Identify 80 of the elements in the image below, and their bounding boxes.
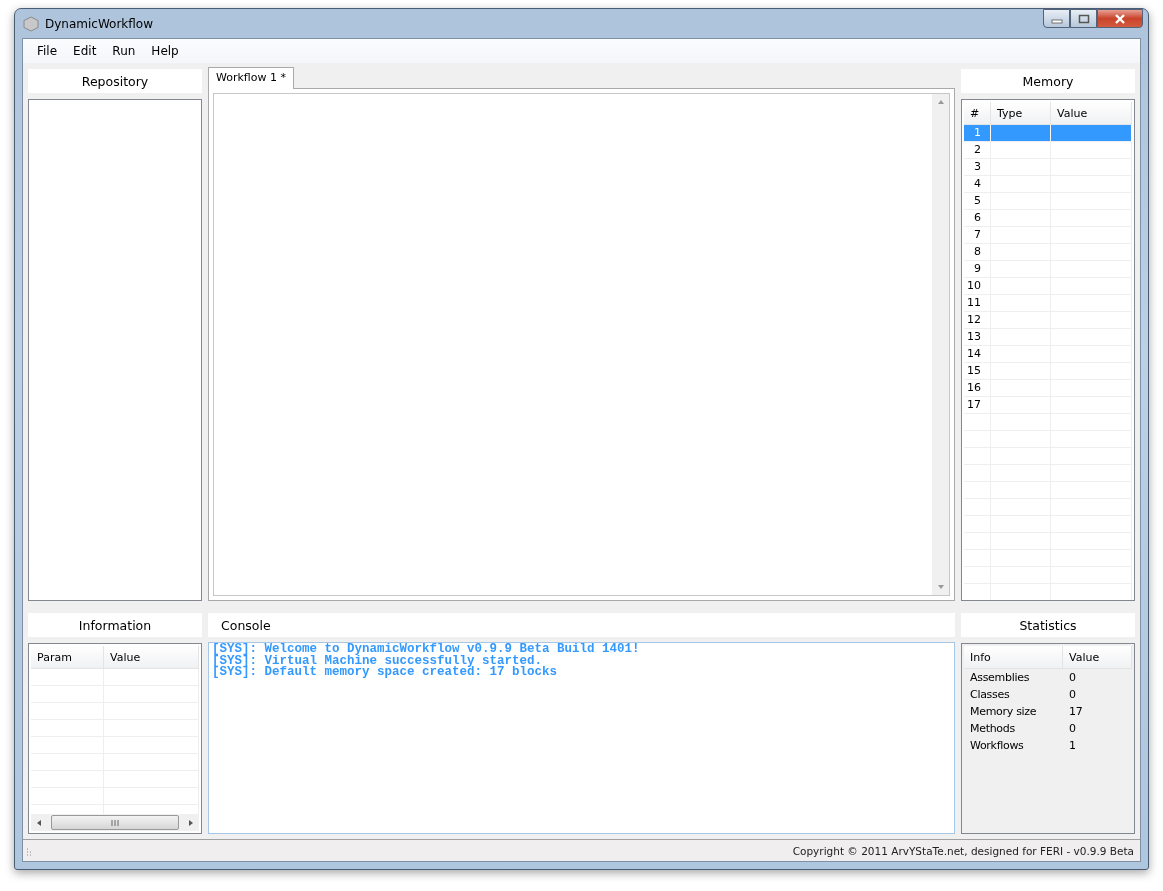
table-cell: 5 [964, 193, 991, 209]
window-title: DynamicWorkflow [45, 16, 154, 31]
workflow-tab[interactable]: Workflow 1 * [208, 67, 294, 89]
console-line: [SYS]: Default memory space created: 17 blocks [212, 667, 559, 679]
memory-row[interactable]: 17 [964, 397, 1132, 414]
table-cell-text: Workflows [969, 739, 1025, 752]
table-cell-text: 17 [1068, 705, 1084, 718]
menu-item[interactable]: Help [143, 42, 187, 60]
table-cell-text: 0 [1068, 722, 1077, 735]
table-cell: 2 [964, 142, 991, 158]
panel-header: Repository [28, 69, 202, 93]
cube-icon [23, 15, 39, 32]
table-cell: 12 [964, 312, 991, 328]
scroll-down-icon[interactable] [936, 584, 945, 590]
menu-item[interactable]: File [29, 42, 66, 60]
vertical-scrollbar[interactable] [932, 94, 949, 595]
table-cell-text: Methods [969, 722, 1016, 735]
table-cell: 8 [964, 244, 991, 260]
memory-row[interactable]: 6 [964, 210, 1132, 227]
panel-header: Console [208, 613, 955, 637]
table-cell: 3 [964, 159, 991, 175]
memory-row[interactable]: 5 [964, 193, 1132, 210]
scroll-left-icon[interactable] [36, 818, 42, 827]
panel-header: Statistics [961, 613, 1135, 637]
memory-row[interactable]: 4 [964, 176, 1132, 193]
scroll-up-icon[interactable] [936, 99, 945, 105]
table-cell: 15 [964, 363, 991, 379]
menu-item[interactable]: Run [104, 42, 144, 60]
table-cell-text: 0 [1068, 688, 1077, 701]
table-cell: 4 [964, 176, 991, 192]
table-cell-text: Memory size [969, 705, 1038, 718]
table-cell: 16 [964, 380, 991, 396]
close-button[interactable] [1097, 9, 1143, 28]
memory-row[interactable]: 2 [964, 142, 1132, 159]
table-cell: 9 [964, 261, 991, 277]
minimize-button[interactable] [1043, 9, 1070, 28]
memory-row[interactable]: 15 [964, 363, 1132, 380]
table-cell: 11 [964, 295, 991, 311]
column-header[interactable]: # [964, 102, 991, 124]
scrollbar-thumb[interactable] [51, 815, 179, 830]
horizontal-scrollbar[interactable] [31, 814, 199, 831]
panel-header: Information [28, 613, 202, 637]
table-cell: 7 [964, 227, 991, 243]
memory-row[interactable]: 16 [964, 380, 1132, 397]
close-icon [1113, 13, 1127, 24]
table-cell: 1 [964, 125, 991, 141]
table-cell-text: 0 [1068, 671, 1077, 684]
column-header[interactable]: Param [31, 646, 104, 668]
table-cell: 10 [964, 278, 991, 294]
panel-header: Memory [961, 69, 1135, 93]
column-header[interactable]: Type [991, 102, 1051, 124]
scroll-right-icon[interactable] [188, 818, 194, 827]
memory-row[interactable]: 9 [964, 261, 1132, 278]
table-cell: 14 [964, 346, 991, 362]
column-header[interactable]: Value [1051, 102, 1132, 124]
memory-row[interactable]: 12 [964, 312, 1132, 329]
column-header[interactable]: Value [1063, 646, 1132, 668]
grip-icon [111, 819, 119, 826]
table-cell-text: Classes [969, 688, 1011, 701]
memory-row[interactable]: 11 [964, 295, 1132, 312]
maximize-button[interactable] [1070, 9, 1097, 28]
memory-row[interactable]: 10 [964, 278, 1132, 295]
memory-row[interactable]: 7 [964, 227, 1132, 244]
table-cell: 17 [964, 397, 991, 413]
table-cell: 13 [964, 329, 991, 345]
console-line: [SYS]: Welcome to DynamicWorkflow v0.9.9 Beta Build 1401! [212, 644, 641, 656]
menu-item[interactable]: Edit [65, 42, 105, 60]
resize-grip-icon[interactable] [26, 845, 34, 856]
maximize-icon [1077, 13, 1090, 24]
table-cell-text: 1 [1068, 739, 1077, 752]
memory-row[interactable]: 13 [964, 329, 1132, 346]
column-header[interactable]: Value [104, 646, 199, 668]
column-header[interactable]: Info [964, 646, 1063, 668]
memory-row[interactable]: 8 [964, 244, 1132, 261]
table-cell: 6 [964, 210, 991, 226]
memory-row[interactable]: 3 [964, 159, 1132, 176]
status-text: Copyright © 2011 ArvYStaTe.net, designed for FERI - v0.9.9 Beta [792, 844, 1134, 857]
table-cell-text: Assemblies [969, 671, 1031, 684]
console-line: [SYS]: Virtual Machine successfully started. [212, 655, 543, 667]
memory-row[interactable]: 14 [964, 346, 1132, 363]
